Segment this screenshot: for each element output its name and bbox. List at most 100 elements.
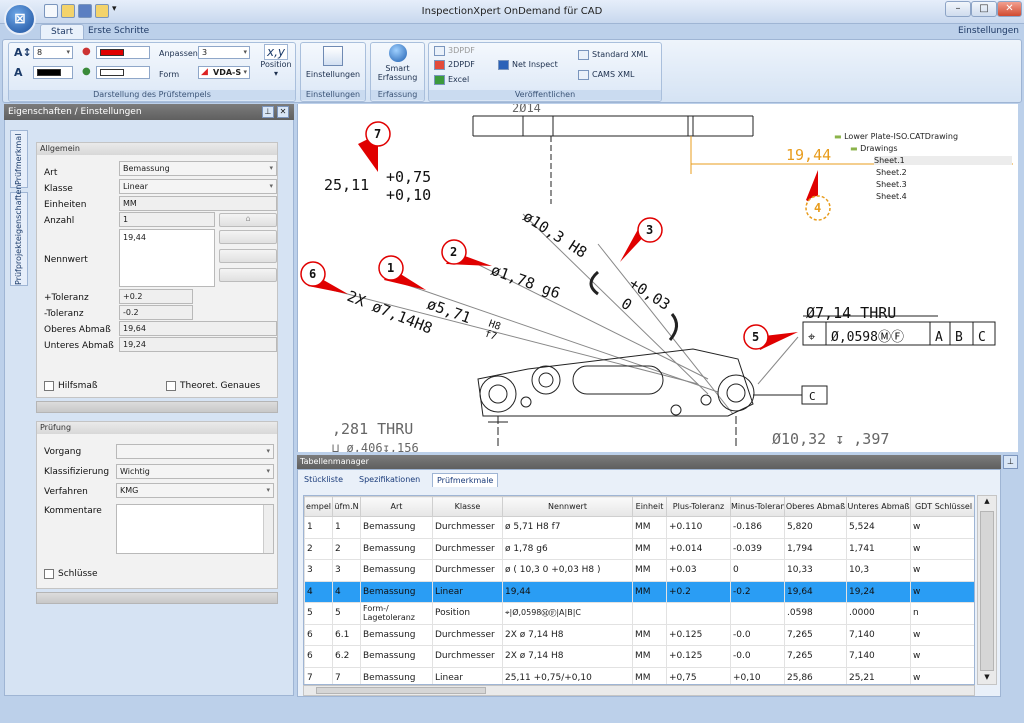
stamp-color-picker[interactable] xyxy=(96,46,150,59)
klassifizierung-combo[interactable]: Wichtig xyxy=(116,464,274,479)
column-header[interactable]: Klasse xyxy=(432,496,503,517)
table-cell[interactable]: +0,75 xyxy=(666,666,731,684)
symbol-button[interactable] xyxy=(219,268,277,282)
table-row[interactable]: 6 6.2 Bemassung Durchmesser 2X ø 7,14 H8 MM +0… xyxy=(304,645,974,668)
table-vertical-scrollbar[interactable]: ▲ ▼ xyxy=(977,495,997,685)
position-button[interactable]: x,y Position ▾ xyxy=(258,44,294,78)
fill-color-picker[interactable] xyxy=(96,66,150,79)
table-cell[interactable]: n xyxy=(910,602,974,625)
table-cell[interactable]: Position xyxy=(432,602,503,625)
table-cell[interactable]: +0.110 xyxy=(666,516,731,539)
table-cell[interactable]: Bemassung xyxy=(360,623,433,646)
table-cell[interactable]: -0.0 xyxy=(730,645,785,668)
table-cell[interactable]: 7,140 xyxy=(846,623,911,646)
table-cell[interactable]: 1 xyxy=(332,516,361,539)
export-2dpdf-button[interactable]: 2DPDF xyxy=(434,59,475,71)
table-row[interactable]: 1 1 Bemassung Durchmesser ø 5,71 H8 f7 MM +0.1… xyxy=(304,516,974,539)
art-combo[interactable]: Bemassung xyxy=(119,161,277,176)
table-cell[interactable]: 1,741 xyxy=(846,537,911,560)
column-header[interactable]: Oberes Abmaß xyxy=(784,496,847,517)
table-cell[interactable]: .0598 xyxy=(784,602,847,625)
table-cell[interactable]: Bemassung xyxy=(360,580,433,603)
settings-button[interactable]: Einstellungen xyxy=(302,44,364,79)
table-cell[interactable]: 2 xyxy=(332,537,361,560)
table-cell[interactable]: MM xyxy=(632,537,667,560)
table-cell[interactable]: +0.125 xyxy=(666,623,731,646)
symbol-button[interactable] xyxy=(219,249,277,263)
tab-pruefprojekteigenschaften[interactable]: Prüfprojekteigenschaften xyxy=(10,185,28,286)
theoret-checkbox[interactable] xyxy=(166,381,176,391)
font-size-combo[interactable]: 8 xyxy=(33,46,73,59)
table-cell[interactable]: Durchmesser xyxy=(432,516,503,539)
close-panel-icon[interactable]: ✕ xyxy=(277,106,289,118)
tree-drawings[interactable]: ▬ Drawings xyxy=(850,144,898,153)
table-cell[interactable]: .0000 xyxy=(846,602,911,625)
plus-tol-field[interactable]: +0.2 xyxy=(119,289,193,304)
column-header[interactable]: GDT Schlüssel xyxy=(910,496,974,517)
column-header[interactable]: üfm.N xyxy=(332,496,361,517)
table-cell[interactable]: -0.186 xyxy=(730,516,785,539)
table-cell[interactable]: 25,21 xyxy=(846,666,911,684)
table-cell[interactable]: 2X ø 7,14 H8 xyxy=(502,645,633,668)
table-cell[interactable]: 5,820 xyxy=(784,516,847,539)
table-cell[interactable]: 6.2 xyxy=(332,645,361,668)
table-cell[interactable]: +0.125 xyxy=(666,645,731,668)
table-cell[interactable]: Durchmesser xyxy=(432,623,503,646)
table-cell[interactable]: 10,3 xyxy=(846,559,911,582)
table-cell[interactable]: MM xyxy=(632,580,667,603)
table-cell[interactable]: w xyxy=(910,666,974,684)
table-cell[interactable]: 6 xyxy=(304,645,333,668)
tab-pruefmerkmal[interactable]: Prüfmerkmal xyxy=(10,130,28,188)
scroll-thumb[interactable] xyxy=(316,687,486,694)
table-cell[interactable]: 1 xyxy=(304,516,333,539)
table-cell[interactable]: Durchmesser xyxy=(432,559,503,582)
maximize-button[interactable]: □ xyxy=(971,1,997,17)
table-cell[interactable]: w xyxy=(910,559,974,582)
table-cell[interactable]: MM xyxy=(632,645,667,668)
table-cell[interactable]: +0.014 xyxy=(666,537,731,560)
comment-scrollbar[interactable] xyxy=(263,505,273,553)
symbol-button[interactable] xyxy=(219,230,277,244)
anpassen-combo[interactable]: 3 xyxy=(198,46,250,59)
tree-sheet-2[interactable]: Sheet.2 xyxy=(876,168,907,177)
table-cell[interactable]: 7,140 xyxy=(846,645,911,668)
table-cell[interactable]: 4 xyxy=(332,580,361,603)
export-3dpdf-button[interactable]: 3DPDF xyxy=(434,45,475,57)
table-cell[interactable] xyxy=(632,602,667,625)
nennwert-field[interactable]: 19,44 xyxy=(119,229,215,287)
table-cell[interactable]: 0 xyxy=(730,559,785,582)
scroll-up-icon[interactable]: ▲ xyxy=(980,497,994,507)
table-cell[interactable]: 5 xyxy=(332,602,361,625)
table-cell[interactable]: MM xyxy=(632,559,667,582)
upper-limit-field[interactable]: 19,64 xyxy=(119,321,277,336)
table-cell[interactable]: Durchmesser xyxy=(432,645,503,668)
table-cell[interactable]: 6.1 xyxy=(332,623,361,646)
table-cell[interactable]: w xyxy=(910,537,974,560)
tree-sheet-4[interactable]: Sheet.4 xyxy=(876,192,907,201)
app-menu-button[interactable]: ⊠ xyxy=(4,3,36,35)
table-cell[interactable]: ø 5,71 H8 f7 xyxy=(502,516,633,539)
table-cell[interactable]: 5,524 xyxy=(846,516,911,539)
table-cell[interactable]: w xyxy=(910,580,974,603)
net-inspect-button[interactable]: Net Inspect xyxy=(498,59,558,71)
table-cell[interactable]: Bemassung xyxy=(360,559,433,582)
table-cell[interactable]: w xyxy=(910,516,974,539)
table-cell[interactable]: Bemassung xyxy=(360,645,433,668)
table-cell[interactable]: 4 xyxy=(304,580,333,603)
scroll-thumb[interactable] xyxy=(980,511,994,671)
standard-xml-button[interactable]: Standard XML xyxy=(578,49,648,61)
table-cell[interactable] xyxy=(730,602,785,625)
table-cell[interactable]: ø 1,78 g6 xyxy=(502,537,633,560)
column-header[interactable]: Nennwert xyxy=(502,496,633,517)
minimize-button[interactable]: – xyxy=(945,1,971,17)
table-cell[interactable]: MM xyxy=(632,666,667,684)
table-cell[interactable] xyxy=(666,602,731,625)
table-cell[interactable]: 19,24 xyxy=(846,580,911,603)
table-row[interactable]: 2 2 Bemassung Durchmesser ø 1,78 g6 MM +0.014-… xyxy=(304,537,974,560)
font-color-picker[interactable] xyxy=(33,66,73,79)
table-cell[interactable]: MM xyxy=(632,623,667,646)
table-cell[interactable]: w xyxy=(910,645,974,668)
table-row[interactable]: 4 4 Bemassung Linear 19,44 MM +0.2 -0.2 19,64 19,… xyxy=(304,580,974,603)
table-cell[interactable]: 7,265 xyxy=(784,645,847,668)
table-row[interactable]: 6 6.1 Bemassung Durchmesser 2X ø 7,14 H8 MM +0… xyxy=(304,623,974,646)
